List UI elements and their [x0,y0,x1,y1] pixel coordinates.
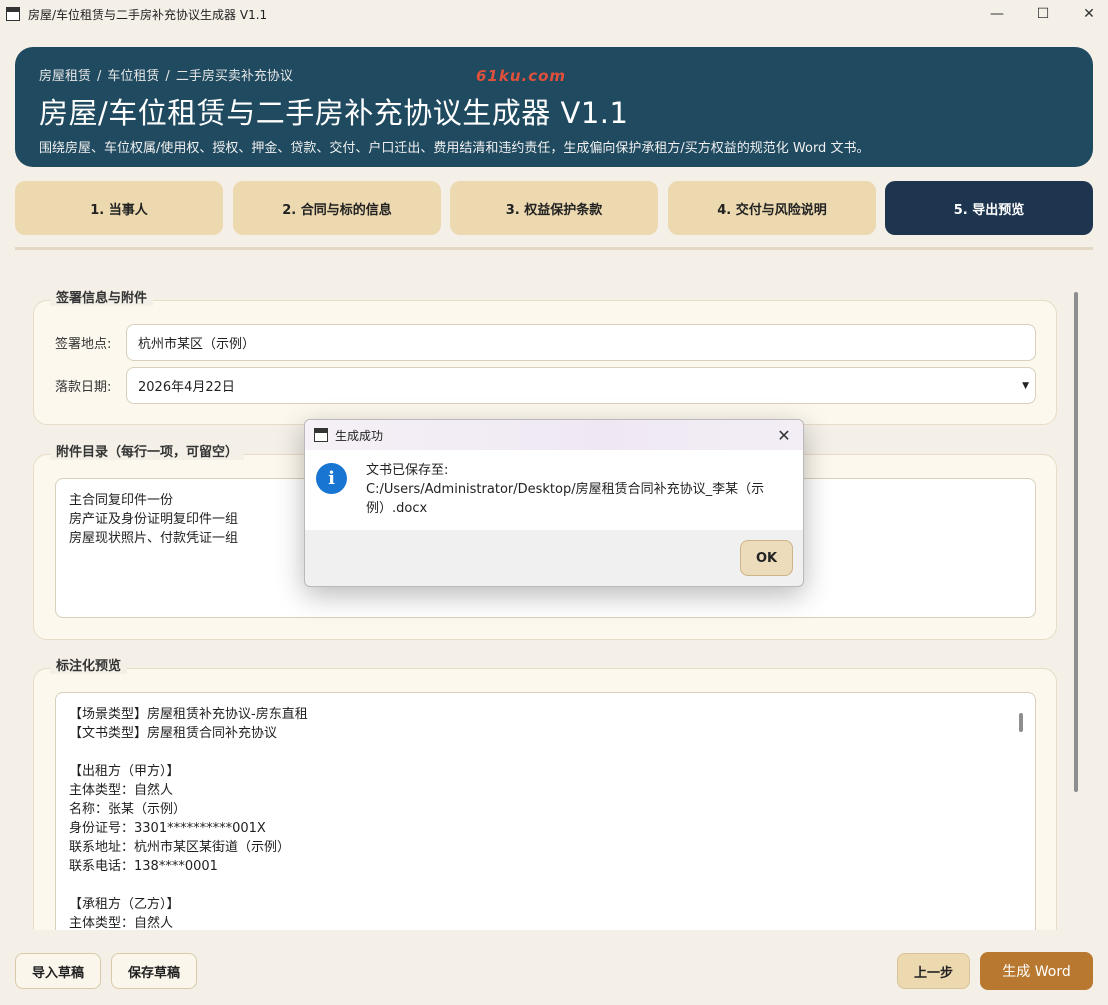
preview-line: 主体类型：自然人 [69,783,174,798]
watermark-logo: 61ku.com [476,67,567,85]
chevron-down-icon[interactable]: ▼ [1022,368,1029,403]
generate-word-button[interactable]: 生成 Word [980,952,1093,990]
preview-textarea[interactable]: 【场景类型】房屋租赁补充协议-房东直租 【文书类型】房屋租赁合同补充协议 【出租… [55,692,1036,930]
dialog-message-line: 例）.docx [366,501,428,516]
preview-line: 名称：张某（示例） [69,802,187,817]
breadcrumb-item-secondhand: 二手房买卖补充协议 [175,69,293,84]
signing-date-value: 2026年4月22日 [138,380,235,395]
signing-group-title: 签署信息与附件 [50,287,154,306]
breadcrumb-separator: / [165,69,170,84]
page-title: 房屋/车位租赁与二手房补充协议生成器 V1.1 [39,96,629,130]
preview-line: 联系地址：杭州市某区某街道（示例） [69,840,291,855]
preview-line: 联系电话：138****0001 [69,859,218,874]
step-tabs: 1. 当事人 2. 合同与标的信息 3. 权益保护条款 4. 交付与风险说明 5… [15,181,1093,235]
preview-scrollbar-thumb[interactable] [1019,713,1023,732]
dialog-app-icon [314,428,328,442]
window-title: 房屋/车位租赁与二手房补充协议生成器 V1.1 [28,7,268,22]
signing-date-label: 落款日期: [55,380,112,395]
preview-line [69,743,1022,762]
breadcrumb-separator: / [97,69,102,84]
tab-divider [15,247,1093,250]
previous-step-button[interactable]: 上一步 [897,953,970,989]
maximize-button[interactable]: ☐ [1020,0,1066,28]
attachments-group-title: 附件目录（每行一项，可留空） [50,441,245,460]
dialog-message-line: 文书已保存至: [366,463,449,478]
app-icon [6,7,20,21]
close-icon[interactable]: ✕ [773,424,795,446]
dialog-message-line: C:/Users/Administrator/Desktop/房屋租赁合同补充协… [366,482,765,497]
breadcrumb-item-parking: 车位租赁 [107,69,160,84]
import-draft-button[interactable]: 导入草稿 [15,953,101,989]
page-scrollbar-thumb[interactable] [1074,292,1078,792]
tab-rights-clauses[interactable]: 3. 权益保护条款 [450,181,658,235]
signing-date-combo[interactable]: 2026年4月22日 ▼ [126,367,1036,404]
preview-line: 【场景类型】房屋租赁补充协议-房东直租 [69,707,308,722]
close-button[interactable]: ✕ [1066,0,1108,28]
preview-group: 标注化预览 【场景类型】房屋租赁补充协议-房东直租 【文书类型】房屋租赁合同补充… [33,655,1057,930]
preview-group-title: 标注化预览 [50,655,128,674]
preview-line: 主体类型：自然人 [69,916,174,930]
ok-button[interactable]: OK [740,540,793,576]
dialog-body: i 文书已保存至: C:/Users/Administrator/Desktop… [305,450,803,530]
signing-place-input[interactable]: 杭州市某区（示例） [126,324,1036,361]
tab-delivery-risk[interactable]: 4. 交付与风险说明 [668,181,876,235]
dialog-title: 生成成功 [335,428,384,443]
tab-parties[interactable]: 1. 当事人 [15,181,223,235]
info-icon: i [316,463,347,494]
tab-export-preview[interactable]: 5. 导出预览 [885,181,1093,235]
dialog-message: 文书已保存至: C:/Users/Administrator/Desktop/房… [366,461,776,518]
scroll-content: 签署信息与附件 签署地点: 杭州市某区（示例） 落款日期: 2026年4月22日… [15,262,1093,930]
signing-group: 签署信息与附件 签署地点: 杭州市某区（示例） 落款日期: 2026年4月22日… [33,287,1057,425]
tab-contract-info[interactable]: 2. 合同与标的信息 [233,181,441,235]
preview-line [69,876,1022,895]
breadcrumb-item-house: 房屋租赁 [39,69,92,84]
preview-line: 【承租方（乙方）】 [69,897,180,912]
preview-line: 【文书类型】房屋租赁合同补充协议 [69,726,278,741]
header-banner: 房屋租赁 / 车位租赁 / 二手房买卖补充协议 房屋/车位租赁与二手房补充协议生成器 V… [15,47,1093,167]
preview-scrollbar[interactable] [1019,713,1023,732]
save-draft-button[interactable]: 保存草稿 [111,953,197,989]
minimize-button[interactable]: — [974,0,1020,28]
preview-line: 【出租方（甲方）】 [69,764,180,779]
window-titlebar: 房屋/车位租赁与二手房补充协议生成器 V1.1 — ☐ ✕ [0,0,1108,28]
preview-line: 身份证号：3301**********001X [69,821,266,836]
signing-place-label: 签署地点: [55,337,112,352]
success-dialog: 生成成功 ✕ i 文书已保存至: C:/Users/Administrator/… [304,419,804,587]
page-subtitle: 围绕房屋、车位权属/使用权、授权、押金、贷款、交付、户口迁出、费用结清和违约责任… [39,141,870,156]
dialog-titlebar: 生成成功 ✕ [305,420,803,450]
